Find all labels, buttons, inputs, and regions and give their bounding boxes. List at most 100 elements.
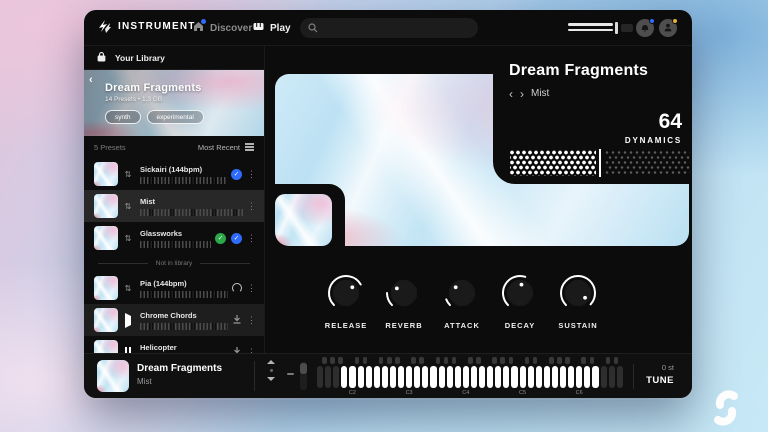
black-key[interactable] — [338, 357, 343, 364]
volume-slider-handle[interactable] — [615, 22, 618, 34]
black-key[interactable] — [395, 357, 400, 364]
more-options-icon[interactable]: ⋮ — [247, 170, 256, 179]
black-key[interactable] — [355, 357, 360, 364]
tag-experimental[interactable]: experimental — [147, 110, 204, 124]
piano-key[interactable] — [463, 366, 469, 388]
piano-key[interactable] — [422, 366, 428, 388]
knob-sustain[interactable]: SUSTAIN — [556, 271, 600, 330]
knob-dial[interactable] — [382, 271, 426, 315]
dynamics-slider[interactable] — [510, 150, 690, 176]
knob-attack[interactable]: ATTACK — [440, 271, 484, 330]
piano-key[interactable] — [349, 366, 355, 388]
knob-dial[interactable] — [498, 271, 542, 315]
preset-row[interactable]: Chrome Chords⋮ — [84, 304, 264, 336]
play-icon[interactable] — [120, 316, 136, 325]
preset-row[interactable]: Helicopter⋮ — [84, 336, 264, 353]
mini-fader[interactable] — [300, 362, 307, 390]
knob-release[interactable]: RELEASE — [324, 271, 368, 330]
black-key[interactable] — [549, 357, 554, 364]
piano-key[interactable] — [479, 366, 485, 388]
piano-key[interactable] — [487, 366, 493, 388]
black-key[interactable] — [452, 357, 457, 364]
piano-key[interactable] — [560, 366, 566, 388]
piano-key[interactable] — [455, 366, 461, 388]
octave-down-button[interactable] — [267, 377, 275, 381]
piano-key[interactable] — [471, 366, 477, 388]
piano-key[interactable] — [568, 366, 574, 388]
download-icon[interactable] — [232, 311, 242, 329]
updown-icon[interactable]: ⇅ — [120, 284, 136, 293]
search-input[interactable] — [300, 18, 478, 38]
piano-key[interactable] — [382, 366, 388, 388]
preset-row[interactable]: ⇅Sickairi (144bpm)✓⋮ — [84, 158, 264, 190]
updown-icon[interactable]: ⇅ — [120, 234, 136, 243]
piano-key[interactable] — [439, 366, 445, 388]
next-preset-button[interactable]: › — [520, 89, 524, 99]
black-key[interactable] — [557, 357, 562, 364]
list-view-icon[interactable] — [245, 142, 254, 153]
tab-play[interactable]: Play — [253, 10, 291, 46]
tab-discover[interactable]: Discover — [193, 10, 252, 46]
black-key[interactable] — [387, 357, 392, 364]
black-key[interactable] — [330, 357, 335, 364]
piano-key[interactable] — [398, 366, 404, 388]
more-options-icon[interactable]: ⋮ — [247, 202, 256, 211]
knob-dial[interactable] — [556, 271, 600, 315]
black-key[interactable] — [565, 357, 570, 364]
piano-key[interactable] — [406, 366, 412, 388]
mini-fader-handle[interactable] — [300, 363, 307, 374]
black-key[interactable] — [509, 357, 514, 364]
profile-button[interactable] — [659, 19, 677, 37]
notifications-button[interactable] — [636, 19, 654, 37]
black-key[interactable] — [614, 357, 619, 364]
piano-key[interactable] — [528, 366, 534, 388]
piano-key[interactable] — [390, 366, 396, 388]
piano-key[interactable] — [325, 366, 331, 388]
black-key[interactable] — [500, 357, 505, 364]
piano-key[interactable] — [341, 366, 347, 388]
piano-key[interactable] — [592, 366, 598, 388]
black-key[interactable] — [436, 357, 441, 364]
knob-dial[interactable] — [324, 271, 368, 315]
black-key[interactable] — [379, 357, 384, 364]
knob-dial[interactable] — [440, 271, 484, 315]
knob-reverb[interactable]: REVERB — [382, 271, 426, 330]
download-icon[interactable] — [232, 343, 242, 353]
black-key[interactable] — [525, 357, 530, 364]
black-key[interactable] — [476, 357, 481, 364]
tune-button[interactable]: TUNE — [639, 375, 674, 386]
black-key[interactable] — [411, 357, 416, 364]
piano-key[interactable] — [366, 366, 372, 388]
more-options-icon[interactable]: ⋮ — [247, 316, 256, 325]
black-key[interactable] — [468, 357, 473, 364]
piano-key[interactable] — [544, 366, 550, 388]
piano-key[interactable] — [609, 366, 615, 388]
black-key[interactable] — [444, 357, 449, 364]
updown-icon[interactable]: ⇅ — [120, 202, 136, 211]
preset-row[interactable]: ⇅Mist⋮ — [84, 190, 264, 222]
more-options-icon[interactable]: ⋮ — [247, 284, 256, 293]
sort-control[interactable]: Most Recent — [198, 142, 254, 153]
black-key[interactable] — [419, 357, 424, 364]
piano-key[interactable] — [503, 366, 509, 388]
knob-decay[interactable]: DECAY — [498, 271, 542, 330]
piano-key[interactable] — [333, 366, 339, 388]
piano-key[interactable] — [495, 366, 501, 388]
octave-up-button[interactable] — [267, 360, 275, 364]
back-chevron-icon[interactable]: ‹ — [89, 74, 93, 86]
pack-card[interactable]: ‹ Dream Fragments 14 Presets • 1.3 GB sy… — [84, 70, 265, 136]
preset-row[interactable]: ⇅Pia (144bpm)⋮ — [84, 272, 264, 304]
tag-synth[interactable]: synth — [105, 110, 141, 124]
piano-key[interactable] — [374, 366, 380, 388]
piano-key[interactable] — [576, 366, 582, 388]
piano-key[interactable] — [414, 366, 420, 388]
more-options-icon[interactable]: ⋮ — [247, 234, 256, 243]
piano-key[interactable] — [447, 366, 453, 388]
black-key[interactable] — [363, 357, 368, 364]
preset-row[interactable]: ⇅Glassworks✓✓⋮ — [84, 222, 264, 254]
black-key[interactable] — [492, 357, 497, 364]
piano-key[interactable] — [617, 366, 623, 388]
piano-key[interactable] — [358, 366, 364, 388]
black-key[interactable] — [533, 357, 538, 364]
piano-key[interactable] — [601, 366, 607, 388]
